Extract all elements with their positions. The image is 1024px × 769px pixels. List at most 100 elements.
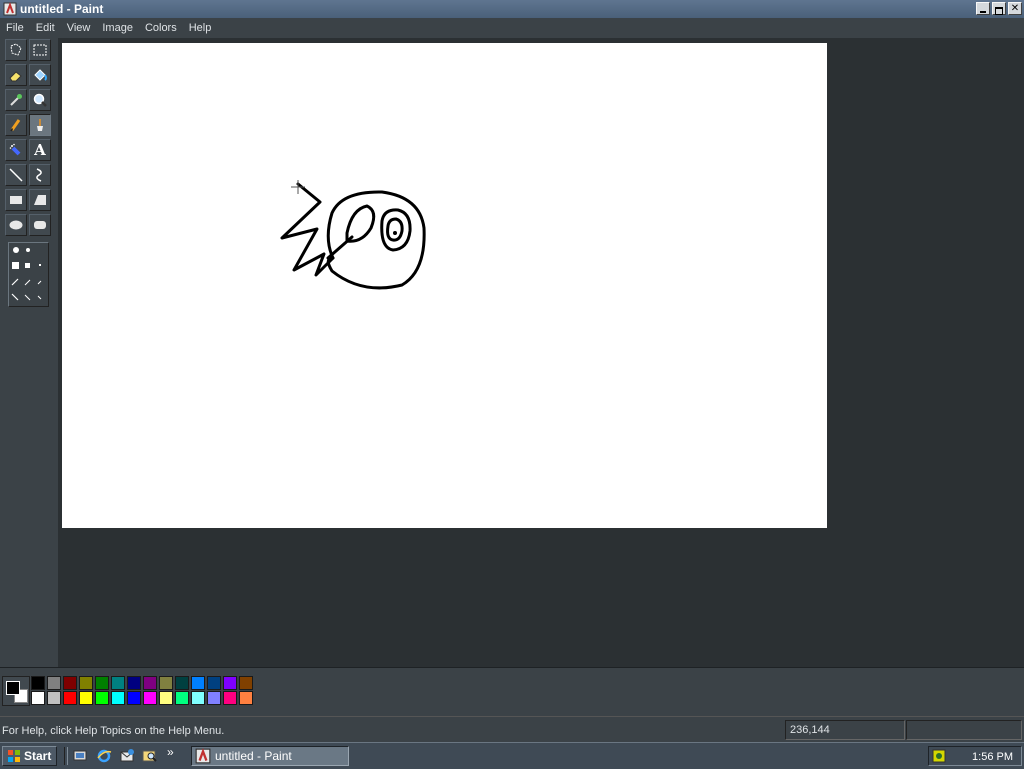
- palette-swatch[interactable]: [79, 676, 93, 690]
- status-coordinates-pane: 236,144: [785, 720, 905, 740]
- search-icon[interactable]: [142, 748, 158, 764]
- taskbar-item-paint[interactable]: untitled - Paint: [191, 746, 349, 766]
- start-button[interactable]: Start: [2, 746, 57, 766]
- palette-swatch[interactable]: [143, 691, 157, 705]
- status-bar: For Help, click Help Topics on the Help …: [0, 716, 1024, 743]
- pencil-tool[interactable]: [5, 114, 27, 136]
- clock[interactable]: 1:56 PM: [972, 751, 1013, 763]
- quick-launch-chevron-icon[interactable]: »: [167, 745, 174, 759]
- palette-swatch[interactable]: [127, 691, 141, 705]
- airbrush-icon: [9, 143, 21, 156]
- rectangle-icon: [10, 196, 22, 204]
- polygon-tool[interactable]: [29, 189, 51, 211]
- restore-icon: [995, 7, 1003, 15]
- restore-button[interactable]: [992, 2, 1006, 15]
- rect-select-icon: [33, 44, 47, 56]
- tray-app-icon[interactable]: [932, 749, 946, 763]
- palette-swatch[interactable]: [175, 691, 189, 705]
- menu-view[interactable]: View: [61, 22, 97, 34]
- menu-colors[interactable]: Colors: [139, 22, 183, 34]
- palette-swatch[interactable]: [159, 691, 173, 705]
- taskbar: Start » untitled - Paint 1:56 PM: [0, 742, 1024, 769]
- paint-app-icon: [3, 2, 17, 16]
- drawing-strokes: [280, 180, 426, 290]
- free-form-select-tool[interactable]: [5, 39, 27, 61]
- internet-explorer-icon[interactable]: [96, 748, 112, 764]
- minimize-button[interactable]: [976, 2, 990, 15]
- start-label: Start: [24, 749, 52, 763]
- palette-swatch[interactable]: [95, 691, 109, 705]
- pick-color-tool[interactable]: [5, 89, 27, 111]
- palette-swatch[interactable]: [239, 676, 253, 690]
- eyedropper-icon: [10, 94, 22, 106]
- brush-icon: [37, 119, 43, 131]
- system-tray: 1:56 PM: [928, 746, 1022, 766]
- rounded-rect-icon: [34, 221, 46, 229]
- palette-swatch[interactable]: [79, 691, 93, 705]
- line-icon: [9, 168, 23, 182]
- pencil-icon: [10, 119, 21, 132]
- taskbar-item-label: untitled - Paint: [215, 749, 292, 763]
- magnifier-icon: [33, 93, 47, 107]
- eraser-tool[interactable]: [5, 64, 27, 86]
- ellipse-icon: [9, 220, 23, 230]
- fill-tool[interactable]: [29, 64, 51, 86]
- title-bar: untitled - Paint ✕: [0, 0, 1024, 18]
- palette-swatch[interactable]: [31, 676, 45, 690]
- brush-options[interactable]: [8, 242, 49, 307]
- line-tool[interactable]: [5, 164, 27, 186]
- palette-swatch[interactable]: [159, 676, 173, 690]
- palette-swatch[interactable]: [207, 691, 221, 705]
- rounded-rectangle-tool[interactable]: [29, 214, 51, 236]
- curve-icon: [36, 168, 42, 182]
- menu-image[interactable]: Image: [96, 22, 139, 34]
- menu-edit[interactable]: Edit: [30, 22, 61, 34]
- foreground-color-swatch[interactable]: [6, 681, 20, 695]
- palette-swatch[interactable]: [95, 676, 109, 690]
- palette-swatch[interactable]: [223, 691, 237, 705]
- palette-swatch[interactable]: [207, 676, 221, 690]
- palette-swatch[interactable]: [191, 676, 205, 690]
- palette-swatch[interactable]: [31, 691, 45, 705]
- palette-swatch[interactable]: [111, 691, 125, 705]
- minimize-icon: [980, 11, 986, 13]
- free-form-select-icon: [10, 43, 22, 56]
- paint-taskbar-icon: [195, 748, 211, 764]
- palette-swatch[interactable]: [47, 691, 61, 705]
- ellipse-tool[interactable]: [5, 214, 27, 236]
- status-help-text: For Help, click Help Topics on the Help …: [2, 725, 225, 737]
- magnifier-tool[interactable]: [29, 89, 51, 111]
- brush-shape-options-icon: [11, 247, 42, 301]
- airbrush-tool[interactable]: [5, 139, 27, 161]
- outlook-express-icon[interactable]: [119, 748, 135, 764]
- palette-swatch[interactable]: [143, 676, 157, 690]
- current-colors[interactable]: [2, 676, 30, 706]
- select-tool[interactable]: [29, 39, 51, 61]
- text-icon: A: [34, 141, 46, 159]
- palette-swatch[interactable]: [127, 676, 141, 690]
- show-desktop-icon[interactable]: [72, 748, 88, 764]
- menu-help[interactable]: Help: [183, 22, 218, 34]
- curve-tool[interactable]: [29, 164, 51, 186]
- menu-bar: File Edit View Image Colors Help: [0, 18, 1024, 38]
- palette-swatch[interactable]: [191, 691, 205, 705]
- palette-swatch[interactable]: [63, 676, 77, 690]
- palette-swatch[interactable]: [111, 676, 125, 690]
- cursor-coordinates: 236,144: [790, 724, 830, 736]
- close-icon: ✕: [1010, 3, 1020, 14]
- brush-tool[interactable]: [29, 114, 51, 136]
- palette-swatch[interactable]: [47, 676, 61, 690]
- palette-swatch[interactable]: [223, 676, 237, 690]
- fill-bucket-icon: [34, 69, 47, 81]
- close-button[interactable]: ✕: [1008, 2, 1022, 15]
- menu-file[interactable]: File: [0, 22, 30, 34]
- palette-swatch[interactable]: [239, 691, 253, 705]
- rectangle-tool[interactable]: [5, 189, 27, 211]
- status-size-pane: [906, 720, 1022, 740]
- taskbar-separator: [64, 747, 68, 765]
- text-tool[interactable]: A: [29, 139, 51, 161]
- drawing-canvas[interactable]: [62, 43, 827, 528]
- palette-swatch[interactable]: [175, 676, 189, 690]
- window-title: untitled - Paint: [20, 2, 104, 16]
- palette-swatch[interactable]: [63, 691, 77, 705]
